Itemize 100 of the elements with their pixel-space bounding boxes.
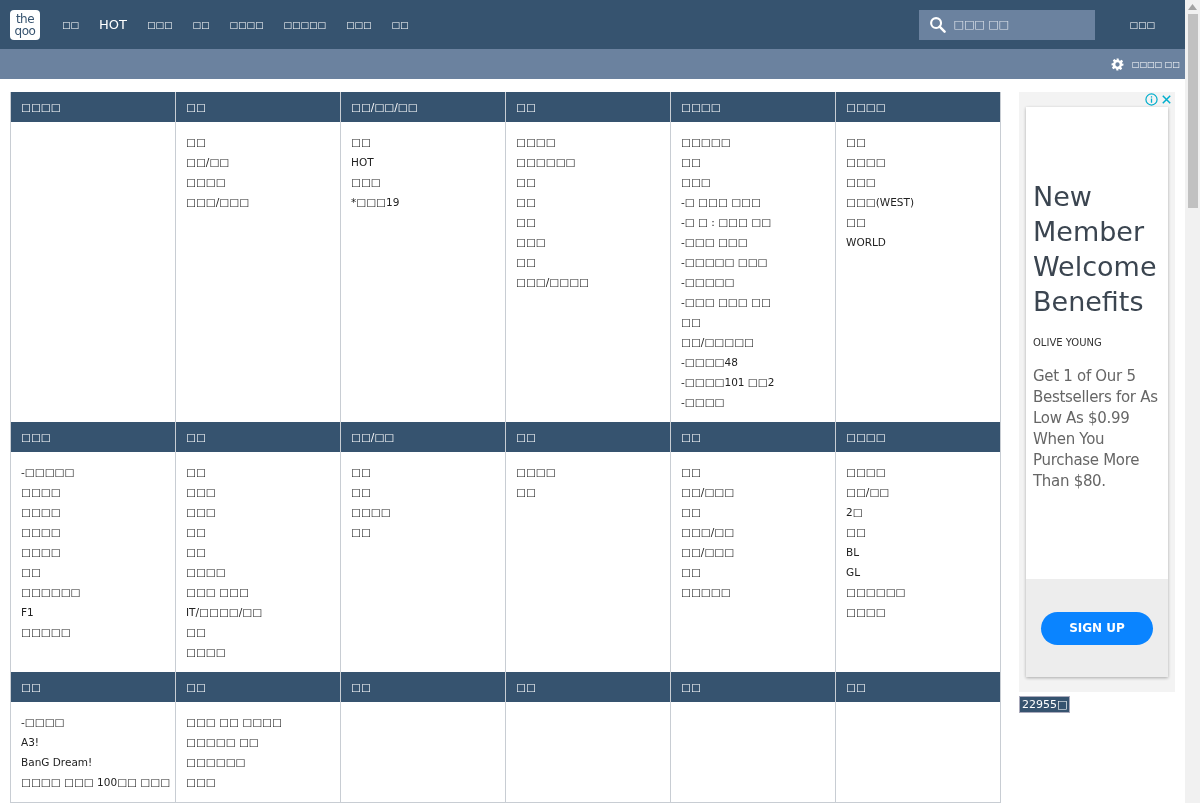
ad-banner[interactable]: New Member Welcome Benefits OLIVE YOUNG Get 1 of Our 5 Bestsellers for As Low As $0.99 When You Purchase More Than $80. SIGN UP: [1019, 92, 1175, 692]
board-link[interactable]: □□□□: [186, 562, 226, 582]
board-link[interactable]: □□/□□□: [681, 482, 735, 502]
board-link[interactable]: □□□□□: [681, 582, 731, 602]
nav-link[interactable]: □□□: [346, 19, 372, 30]
board-link[interactable]: □□: [351, 482, 371, 502]
board-link[interactable]: □□□: [186, 772, 216, 792]
board-link[interactable]: □□□: [186, 502, 216, 522]
board-link[interactable]: □□□ □□ □□□□: [186, 712, 282, 732]
board-link[interactable]: □□□: [846, 172, 876, 192]
nav-link[interactable]: □□: [391, 19, 409, 30]
board-link[interactable]: □□□□: [186, 642, 226, 662]
board-link[interactable]: □□: [351, 132, 371, 152]
board-link[interactable]: □□: [681, 502, 701, 522]
board-link[interactable]: □□: [681, 152, 701, 172]
board-link[interactable]: □□□□□□: [186, 752, 246, 772]
gear-icon[interactable]: [1111, 57, 1125, 71]
board-link[interactable]: □□□ □□□: [186, 582, 249, 602]
scrollbar-thumb[interactable]: [1187, 14, 1198, 208]
board-link[interactable]: *□□□19: [351, 192, 400, 212]
board-link[interactable]: □□□/□□: [681, 522, 735, 542]
search-field[interactable]: □□□ □□: [919, 9, 1096, 40]
board-link[interactable]: □□□□: [186, 172, 226, 192]
board-link[interactable]: □□□□: [516, 132, 556, 152]
board-link[interactable]: □□: [846, 522, 866, 542]
nav-link[interactable]: □□: [62, 19, 79, 30]
board-link[interactable]: IT/□□□□/□□: [186, 602, 263, 622]
board-link[interactable]: □□□□: [516, 462, 556, 482]
board-link[interactable]: □□□□: [351, 502, 391, 522]
board-link[interactable]: □□: [681, 462, 701, 482]
board-link[interactable]: -□□□□□ □□□: [681, 252, 768, 272]
board-link[interactable]: □□: [516, 192, 536, 212]
board-link[interactable]: □□: [681, 562, 701, 582]
close-icon[interactable]: [1160, 93, 1173, 106]
board-link[interactable]: □□/□□□□□: [681, 332, 754, 352]
nav-link[interactable]: □□□□□: [283, 19, 327, 30]
board-link[interactable]: □□: [186, 542, 206, 562]
nav-link[interactable]: □□: [192, 19, 210, 30]
board-link[interactable]: □□: [516, 212, 536, 232]
board-link[interactable]: 2□: [846, 502, 863, 522]
board-link[interactable]: □□□: [681, 172, 711, 192]
nav-link[interactable]: □□□: [1129, 19, 1155, 30]
board-link[interactable]: -□□□□: [681, 392, 725, 412]
settings-link[interactable]: □□□□ □□: [1132, 59, 1180, 69]
board-link[interactable]: □□□/□□□□: [516, 272, 589, 292]
board-link[interactable]: □□□□: [21, 522, 61, 542]
board-link[interactable]: □□□□: [846, 602, 886, 622]
board-link[interactable]: □□□: [516, 232, 546, 252]
board-link[interactable]: □□□□□□: [516, 152, 576, 172]
board-link[interactable]: □□: [186, 132, 206, 152]
board-link[interactable]: -□ □ : □□□ □□: [681, 212, 772, 232]
nav-link[interactable]: HOT: [99, 17, 127, 33]
board-link[interactable]: -□□□□□: [681, 272, 735, 292]
board-link[interactable]: □□□□□□: [21, 582, 81, 602]
board-link[interactable]: -□□□□48: [681, 352, 738, 372]
board-link[interactable]: □□: [516, 252, 536, 272]
board-link[interactable]: □□□□: [846, 462, 886, 482]
board-link[interactable]: -□□□ □□□ □□: [681, 292, 771, 312]
board-link[interactable]: □□□: [351, 172, 381, 192]
board-link[interactable]: □□: [186, 622, 206, 642]
board-link[interactable]: □□□□: [846, 152, 886, 172]
scroll-up-icon[interactable]: [1188, 4, 1197, 10]
board-link[interactable]: HOT: [351, 152, 374, 172]
info-icon[interactable]: [1145, 93, 1158, 106]
board-link[interactable]: -□□□□: [21, 712, 65, 732]
board-link[interactable]: -□ □□□ □□□: [681, 192, 761, 212]
board-link[interactable]: □□: [846, 132, 866, 152]
board-link[interactable]: □□: [516, 482, 536, 502]
board-link[interactable]: □□/□□□: [681, 542, 735, 562]
board-link[interactable]: -□□□□□: [21, 462, 75, 482]
board-link[interactable]: □□□□□ □□: [186, 732, 259, 752]
board-link[interactable]: -□□□ □□□: [681, 232, 748, 252]
board-link[interactable]: F1: [21, 602, 34, 622]
board-link[interactable]: □□□□: [21, 482, 61, 502]
board-link[interactable]: □□/□□: [186, 152, 230, 172]
board-link[interactable]: □□□/□□□: [186, 192, 250, 212]
nav-link[interactable]: □□□: [146, 19, 173, 30]
board-link[interactable]: BanG Dream!: [21, 752, 93, 772]
board-link[interactable]: □□: [681, 312, 701, 332]
board-link[interactable]: □□□□: [21, 542, 61, 562]
board-link[interactable]: □□□□□: [681, 132, 731, 152]
board-link[interactable]: WORLD: [846, 232, 886, 252]
board-link[interactable]: □□: [21, 562, 41, 582]
board-link[interactable]: □□□□□□: [846, 582, 906, 602]
board-link[interactable]: □□: [516, 172, 536, 192]
board-link[interactable]: -□□□□101 □□2: [681, 372, 775, 392]
board-link[interactable]: □□: [351, 462, 371, 482]
board-link[interactable]: □□: [186, 522, 206, 542]
nav-link[interactable]: □□□□: [229, 19, 264, 30]
board-link[interactable]: □□□□: [21, 502, 61, 522]
board-link[interactable]: □□: [351, 522, 371, 542]
board-link[interactable]: □□□: [186, 482, 216, 502]
board-link[interactable]: GL: [846, 562, 860, 582]
board-link[interactable]: □□□(WEST): [846, 192, 915, 212]
site-logo[interactable]: the qoo: [10, 9, 40, 40]
board-link[interactable]: □□□□□: [21, 622, 71, 642]
board-link[interactable]: A3!: [21, 732, 40, 752]
board-link[interactable]: □□□□ □□□ 100□□ □□□: [21, 772, 171, 792]
board-link[interactable]: □□/□□: [846, 482, 890, 502]
sign-up-button[interactable]: SIGN UP: [1041, 611, 1153, 645]
